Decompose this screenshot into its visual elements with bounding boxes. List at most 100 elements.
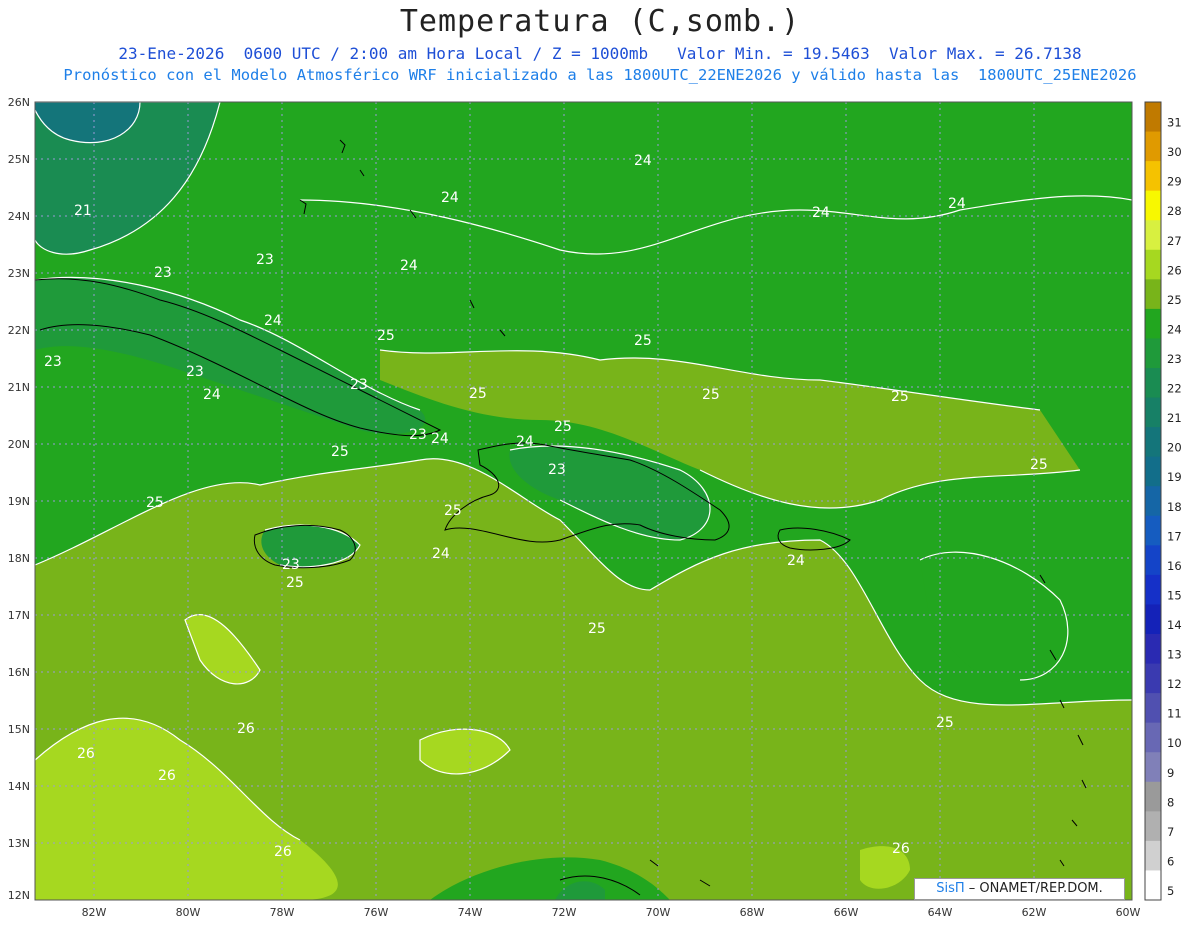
contour-label: 25 xyxy=(331,444,349,460)
colorbar-label: 12 xyxy=(1167,677,1182,691)
colorbar-label: 9 xyxy=(1167,766,1174,780)
contour-label: 23 xyxy=(186,364,204,380)
colorbar-label: 24 xyxy=(1167,322,1182,336)
contour-label: 25 xyxy=(702,387,720,403)
colorbar-label: 6 xyxy=(1167,854,1174,868)
contour-label: 25 xyxy=(588,621,606,637)
colorbar: 31 30 29 28 27 26 25 24 23 22 21 20 19 18 17 16 15 14 13 12… xyxy=(1144,101,1182,901)
credit-box: SisΠ – ONAMET/REP.DOM. xyxy=(914,878,1125,900)
contour-label: 24 xyxy=(516,434,534,450)
lat-label: 21N xyxy=(8,381,30,394)
contour-label: 25 xyxy=(146,495,164,511)
colorbar-label: 30 xyxy=(1167,145,1182,159)
lon-label: 80W xyxy=(176,906,201,919)
lon-label: 68W xyxy=(740,906,765,919)
contour-label: 25 xyxy=(469,386,487,402)
colorbar-label: 5 xyxy=(1167,884,1174,898)
colorbar-label: 31 xyxy=(1167,116,1182,130)
contour-label: 26 xyxy=(237,721,255,737)
colorbar-label: 28 xyxy=(1167,204,1182,218)
colorbar-label: 13 xyxy=(1167,648,1182,662)
contour-label: 25 xyxy=(1030,457,1048,473)
contour-label: 25 xyxy=(286,575,304,591)
contour-label: 25 xyxy=(377,328,395,344)
colorbar-label: 21 xyxy=(1167,411,1182,425)
lat-label: 22N xyxy=(8,324,30,337)
colorbar-swatch xyxy=(1145,131,1161,162)
colorbar-label: 11 xyxy=(1167,707,1182,721)
contour-label: 24 xyxy=(431,431,449,447)
colorbar-label: 15 xyxy=(1167,588,1182,602)
credit-text: – ONAMET/REP.DOM. xyxy=(968,881,1103,896)
contour-label: 25 xyxy=(936,715,954,731)
colorbar-swatch xyxy=(1145,604,1161,635)
contour-label: 24 xyxy=(400,258,418,274)
latitude-labels: 26N 25N 24N 23N 22N 21N 20N 19N 18N 17N … xyxy=(8,96,30,902)
lat-label: 18N xyxy=(8,552,30,565)
colorbar-swatch xyxy=(1145,515,1161,546)
colorbar-swatch xyxy=(1145,722,1161,753)
lat-label: 12N xyxy=(8,889,30,902)
lon-label: 82W xyxy=(82,906,107,919)
lat-label: 14N xyxy=(8,780,30,793)
contour-label: 23 xyxy=(350,377,368,393)
contour-label: 25 xyxy=(554,419,572,435)
lat-label: 26N xyxy=(8,96,30,109)
colorbar-swatch xyxy=(1145,308,1161,339)
contour-label: 23 xyxy=(44,354,62,370)
lon-label: 60W xyxy=(1116,906,1141,919)
contour-label: 25 xyxy=(891,389,909,405)
lon-label: 70W xyxy=(646,906,671,919)
contour-label: 24 xyxy=(441,190,459,206)
colorbar-label: 27 xyxy=(1167,234,1182,248)
contour-label: 25 xyxy=(444,503,462,519)
colorbar-swatch xyxy=(1145,456,1161,487)
colorbar-label: 17 xyxy=(1167,529,1182,543)
contour-label: 26 xyxy=(158,768,176,784)
lon-label: 72W xyxy=(552,906,577,919)
colorbar-swatch xyxy=(1145,693,1161,724)
colorbar-label: 22 xyxy=(1167,382,1182,396)
contour-label: 24 xyxy=(634,153,652,169)
lon-label: 66W xyxy=(834,906,859,919)
colorbar-swatch xyxy=(1145,161,1161,192)
colorbar-swatch xyxy=(1145,486,1161,517)
colorbar-swatch xyxy=(1145,190,1161,221)
colorbar-swatch xyxy=(1145,574,1161,605)
longitude-labels: 82W 80W 78W 76W 74W 72W 70W 68W 66W 64W … xyxy=(82,906,1141,919)
colorbar-swatch xyxy=(1145,338,1161,369)
contour-label: 23 xyxy=(548,462,566,478)
contour-label: 23 xyxy=(154,265,172,281)
colorbar-label: 16 xyxy=(1167,559,1182,573)
lat-label: 24N xyxy=(8,210,30,223)
contour-label: 24 xyxy=(812,205,830,221)
lat-label: 15N xyxy=(8,723,30,736)
lat-label: 19N xyxy=(8,495,30,508)
contour-label: 24 xyxy=(264,313,282,329)
contour-label: 24 xyxy=(432,546,450,562)
colorbar-label: 10 xyxy=(1167,736,1182,750)
colorbar-label: 23 xyxy=(1167,352,1182,366)
lon-label: 76W xyxy=(364,906,389,919)
contour-label: 21 xyxy=(74,203,92,219)
colorbar-label: 29 xyxy=(1167,175,1182,189)
colorbar-label: 19 xyxy=(1167,470,1182,484)
contour-label: 23 xyxy=(256,252,274,268)
colorbar-swatch xyxy=(1145,249,1161,280)
lat-label: 17N xyxy=(8,609,30,622)
colorbar-swatch xyxy=(1145,102,1161,133)
colorbar-label: 18 xyxy=(1167,500,1182,514)
colorbar-swatch xyxy=(1145,840,1161,871)
lat-label: 20N xyxy=(8,438,30,451)
colorbar-swatch xyxy=(1145,368,1161,399)
contour-label: 23 xyxy=(409,427,427,443)
colorbar-label: 8 xyxy=(1167,795,1174,809)
contour-label: 24 xyxy=(787,553,805,569)
lon-label: 64W xyxy=(928,906,953,919)
colorbar-swatch xyxy=(1145,545,1161,576)
contour-label: 26 xyxy=(892,841,910,857)
colorbar-swatch xyxy=(1145,634,1161,665)
colorbar-swatch xyxy=(1145,663,1161,694)
contour-label: 26 xyxy=(77,746,95,762)
colorbar-swatch xyxy=(1145,811,1161,842)
